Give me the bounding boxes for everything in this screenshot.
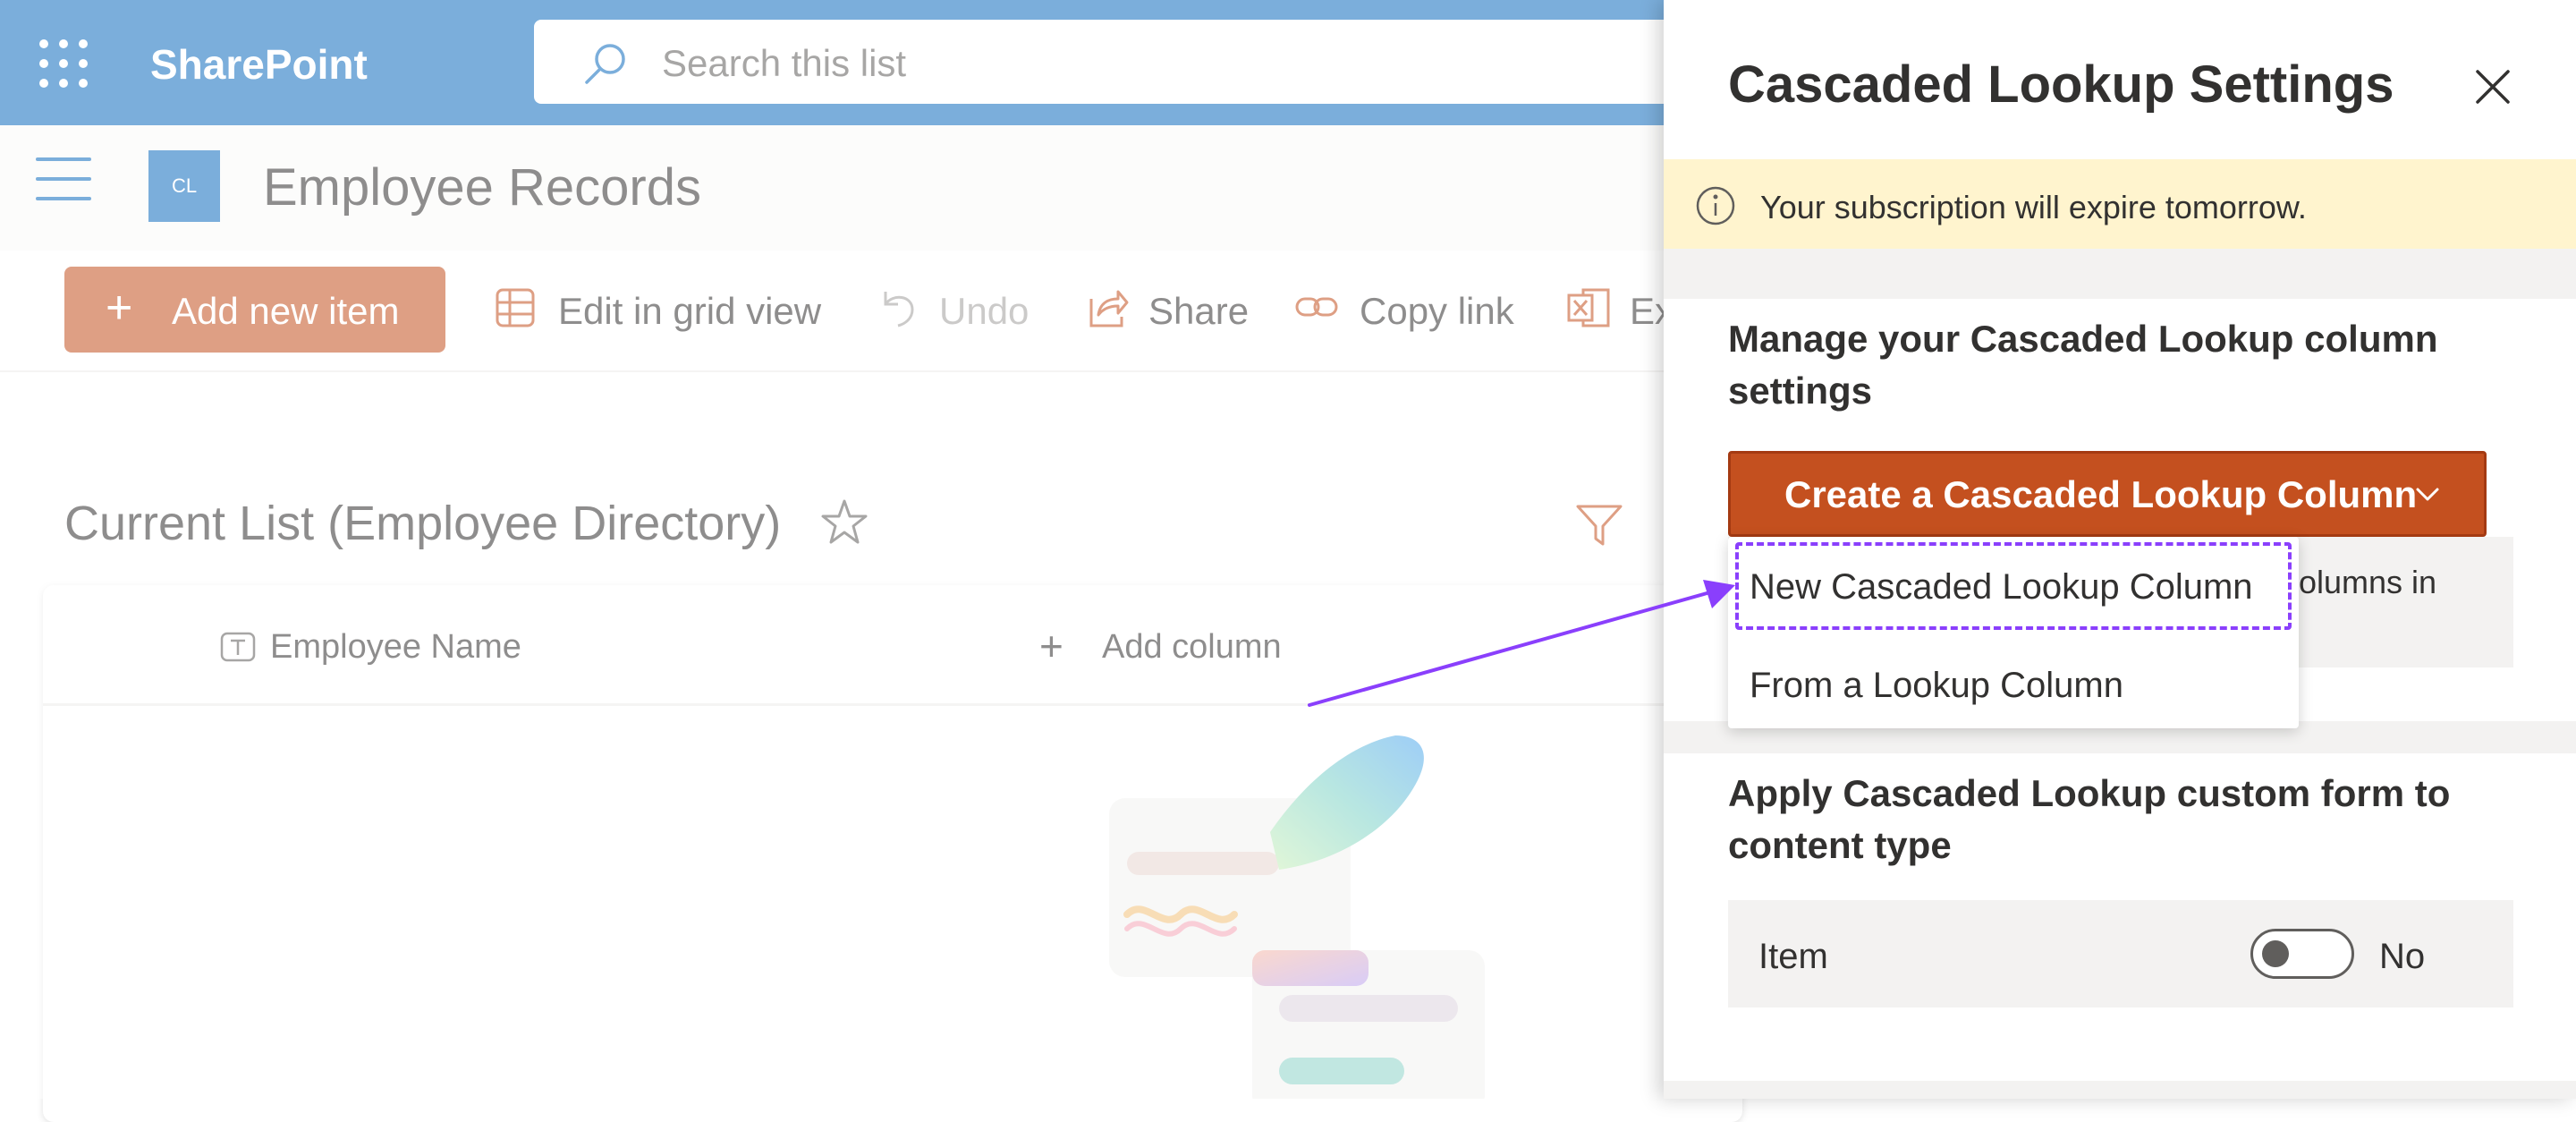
chevron-down-icon [2416, 488, 2439, 501]
section-divider [1664, 249, 2576, 299]
menu-item-new-cascaded-lookup-label[interactable]: New Cascaded Lookup Column [1750, 564, 2253, 610]
apply-section-heading: Apply Cascaded Lookup custom form to con… [1728, 772, 2451, 866]
apply-form-toggle[interactable] [2250, 929, 2354, 979]
section-divider [1664, 1081, 2576, 1099]
columns-info-text: olumns in [2299, 564, 2437, 600]
manage-section-heading: Manage your Cascaded Lookup column setti… [1728, 318, 2438, 412]
create-cascaded-lookup-button[interactable]: Create a Cascaded Lookup Column [1728, 451, 2487, 537]
toggle-state-label: No [2379, 937, 2426, 976]
menu-item-from-lookup-column[interactable]: From a Lookup Column [1750, 662, 2123, 709]
create-button-label: Create a Cascaded Lookup Column [1784, 473, 2418, 515]
panel-title: Cascaded Lookup Settings [1728, 55, 2394, 114]
info-icon [1696, 186, 1735, 225]
content-type-label: Item [1758, 937, 1828, 976]
toggle-knob [2262, 940, 2289, 967]
page-overlay[interactable] [0, 0, 1664, 1099]
notice-text: Your subscription will expire tomorrow. [1760, 189, 2307, 225]
close-icon[interactable] [2470, 64, 2515, 109]
